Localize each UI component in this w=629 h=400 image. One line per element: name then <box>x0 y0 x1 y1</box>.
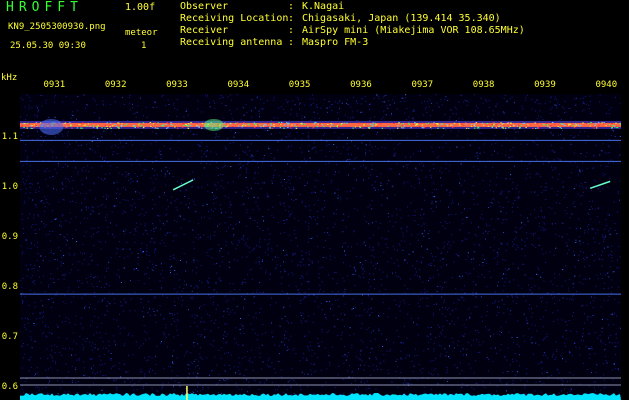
filename-label: KN9_2505300930.png <box>8 22 106 32</box>
y-tick-label: 1.0 <box>1 182 18 193</box>
metadata-value: Maspro FM-3 <box>302 37 369 48</box>
signal-burst <box>39 118 64 135</box>
y-axis-unit: kHz <box>1 73 18 83</box>
meteor-count-value: 1 <box>141 41 147 51</box>
app-title: HROFFT <box>6 0 83 15</box>
metadata-key: Receiving Location <box>180 13 289 24</box>
metadata-colon: : <box>288 1 295 12</box>
metadata-key: Observer <box>180 1 229 12</box>
metadata-row-receiver: Receiver: AirSpy mini (Miakejima VOR 108.… <box>180 25 525 37</box>
y-tick-label: 0.8 <box>1 282 18 293</box>
x-tick-label: 0935 <box>288 80 311 90</box>
signal-burst <box>203 118 224 131</box>
x-tick-label: 0931 <box>43 80 66 90</box>
metadata-value: Chigasaki, Japan (139.414 35.340) <box>302 13 501 24</box>
x-tick-label: 0933 <box>166 80 188 90</box>
metadata-row-antenna: Receiving antenna: Maspro FM-3 <box>180 37 525 49</box>
metadata-colon: : <box>288 25 295 36</box>
x-tick-label: 0932 <box>104 80 127 90</box>
x-tick-label: 0934 <box>227 80 250 90</box>
y-tick-label: 0.6 <box>1 382 18 393</box>
metadata-row-observer: Observer: K.Nagai <box>180 1 525 13</box>
metadata-key: Receiver <box>180 25 229 36</box>
version-label: 1.00f <box>125 2 156 13</box>
metadata-value: K.Nagai <box>302 1 345 12</box>
y-tick-label: 0.7 <box>1 332 18 343</box>
datetime-label: 25.05.30 09:30 <box>10 41 86 51</box>
spectrogram-plot <box>20 94 621 400</box>
x-tick-label: 0938 <box>472 80 495 90</box>
metadata-colon: : <box>288 37 295 48</box>
metadata-colon: : <box>288 13 295 24</box>
marker-tick <box>186 386 188 400</box>
metadata-row-location: Receiving Location: Chigasaki, Japan (139… <box>180 13 525 25</box>
y-tick-label: 0.9 <box>1 232 18 243</box>
metadata-block: Observer: K.Nagai Receiving Location: Chig… <box>180 1 525 49</box>
x-tick-label: 0936 <box>350 80 372 90</box>
x-tick-label: 0940 <box>595 80 618 90</box>
meteor-count-label: meteor <box>125 28 158 38</box>
metadata-value: AirSpy mini (Miakejima VOR 108.65MHz) <box>302 25 525 36</box>
plot-background <box>20 94 621 400</box>
x-tick-label: 0937 <box>411 80 434 90</box>
x-tick-label: 0939 <box>534 80 556 90</box>
y-tick-label: 1.1 <box>1 132 18 143</box>
metadata-key: Receiving antenna <box>180 37 283 48</box>
